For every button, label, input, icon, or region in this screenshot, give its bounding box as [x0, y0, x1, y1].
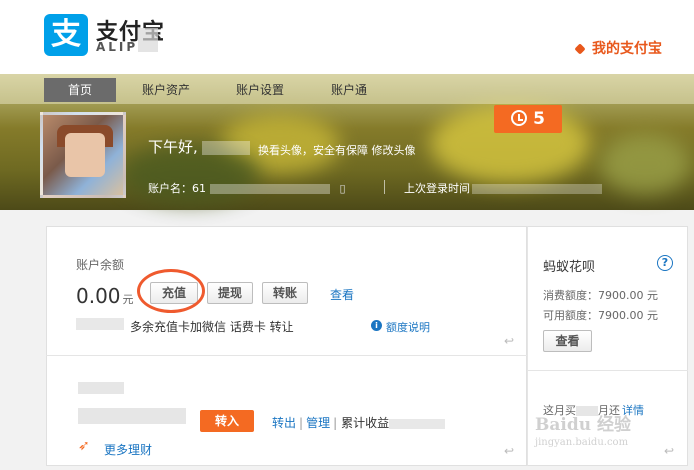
nav-account-assets[interactable]: 账户资产: [130, 78, 202, 102]
avatar-links[interactable]: 换看头像，安全有保障 修改头像: [258, 142, 416, 158]
enter-arrow-icon[interactable]: ↩: [504, 334, 514, 348]
recharge-highlight-circle: [137, 269, 205, 313]
promo-mosaic: [76, 318, 124, 330]
last-login-row: 上次登录时间: [404, 180, 602, 196]
baidu-watermark: Baidu 经验 jingyan.baidu.com: [535, 416, 631, 452]
yuebao-title-mosaic: [78, 382, 124, 394]
enter-arrow-icon[interactable]: ↩: [504, 444, 514, 458]
watermark-main: Baidu 经验: [535, 415, 632, 435]
nav-account-settings[interactable]: 账户设置: [224, 78, 296, 102]
balance-unit: 元: [122, 293, 134, 306]
transfer-in-button[interactable]: 转入: [200, 410, 254, 432]
huabei-title: 蚂蚁花呗: [543, 260, 596, 275]
more-finance-link[interactable]: 更多理财: [104, 441, 152, 458]
banner-flower-spot: [600, 134, 690, 194]
promo-text: 多余充值卡加微信 话费卡 转让: [130, 320, 294, 334]
phone-icon: ▯: [339, 182, 346, 195]
yuebao-actions: 转出 | 管理 | 累计收益: [269, 414, 446, 431]
account-name-label: 账户名：: [148, 182, 192, 195]
diamond-bullet-icon: [574, 43, 586, 55]
consume-quota: 消费额度：7900.00 元: [543, 289, 658, 302]
alarm-reminder-badge[interactable]: 5: [494, 105, 562, 133]
account-name-row: 账户名：61 ▯: [148, 180, 346, 196]
account-name-mosaic: [210, 184, 330, 194]
account-name-prefix: 61: [192, 182, 206, 195]
accumulated-earnings-label: 累计收益: [341, 416, 390, 430]
check-huabei-button[interactable]: 查看: [543, 330, 592, 352]
balance-amount: 0.00 元: [76, 284, 134, 308]
alipay-logo-icon[interactable]: 支: [44, 14, 88, 56]
alarm-clock-icon: [511, 110, 528, 126]
enter-arrow-icon[interactable]: ↩: [664, 444, 674, 458]
nav-account-service[interactable]: 账户通: [316, 78, 382, 102]
available-quota: 可用额度：7900.00 元: [543, 309, 658, 322]
top-header: 支 支付宝 ALIP 我的支付宝: [0, 0, 694, 74]
username-mosaic: [201, 140, 250, 155]
balance-number: 0.00: [76, 284, 121, 308]
action-separator: |: [299, 416, 304, 430]
manage-link[interactable]: 管理: [306, 416, 330, 430]
earnings-mosaic: [389, 418, 446, 429]
transfer-button[interactable]: 转账: [262, 282, 308, 304]
my-alipay-label: 我的支付宝: [592, 41, 662, 57]
view-balance-link[interactable]: 查看: [330, 286, 354, 303]
logo-mosaic: [138, 28, 158, 52]
rocket-icon: ➶: [78, 438, 90, 454]
greeting: 下午好,: [148, 136, 254, 157]
my-alipay-link[interactable]: 我的支付宝: [574, 38, 662, 58]
alarm-count: 5: [533, 109, 545, 129]
alipay-page: 支 支付宝 ALIP 我的支付宝 首页 账户资产 账户设置 账户通 下午好, 换…: [0, 0, 694, 470]
avatar-face: [65, 133, 105, 177]
nav-home[interactable]: 首页: [44, 78, 116, 102]
last-login-mosaic: [472, 184, 602, 194]
main-nav: 首页 账户资产 账户设置 账户通: [0, 74, 694, 104]
quota-explanation-link[interactable]: 额度说明: [386, 319, 430, 335]
watermark-sub: jingyan.baidu.com: [535, 437, 629, 448]
yuebao-amount-mosaic: [78, 408, 186, 424]
card-divider: [46, 355, 527, 356]
last-login-label: 上次登录时间: [404, 182, 470, 195]
action-separator: |: [333, 416, 338, 430]
side-divider: [527, 370, 688, 371]
greeting-text: 下午好,: [148, 138, 198, 156]
divider: [384, 180, 385, 194]
balance-label: 账户余额: [76, 258, 125, 272]
logo-english: ALIP: [96, 40, 139, 54]
info-icon: i: [371, 320, 382, 331]
withdraw-button[interactable]: 提现: [207, 282, 253, 304]
transfer-out-link[interactable]: 转出: [272, 416, 296, 430]
avatar[interactable]: [40, 112, 126, 198]
help-icon[interactable]: ?: [657, 255, 673, 271]
